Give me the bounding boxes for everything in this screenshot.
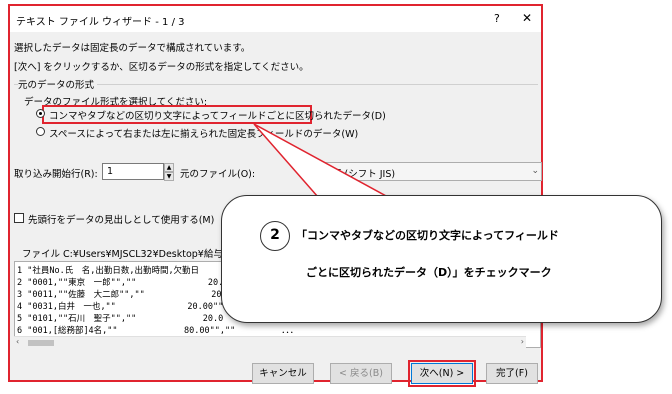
preview-line: 5 "0101,""石川 聖子"","" 20.0	[17, 314, 224, 324]
preview-line: 2 "0001,""東京 一郎"","" 20.0	[17, 278, 229, 288]
spin-up-icon[interactable]: ▲	[164, 163, 174, 172]
text-import-wizard-dialog: テキスト ファイル ウィザード - 1 / 3 ? ✕ 選択したデータは固定長の…	[8, 4, 543, 387]
help-button[interactable]: ?	[494, 12, 500, 25]
cancel-button[interactable]: キャンセル	[252, 363, 314, 384]
spin-down-icon[interactable]: ▼	[164, 172, 174, 181]
preview-line: 1 "社員No.氏 名,出勤日数,出勤時間,欠勤日	[17, 266, 200, 276]
info-text-2: [次へ] をクリックするか、区切るデータの形式を指定してください。	[14, 62, 309, 73]
scroll-thumb[interactable]	[28, 340, 54, 346]
callout-text-line-1: 「コンマやタブなどの区切り文字によってフィールド	[296, 229, 559, 242]
origin-select-value: 日本語 (シフト JIS)	[313, 169, 396, 180]
origin-select[interactable]: 日本語 (シフト JIS) ⌄	[306, 162, 542, 181]
start-row-label: 取り込み開始行(R):	[14, 169, 98, 180]
chevron-down-icon: ⌄	[531, 166, 539, 176]
preview-line: 4 "0031,白井 一也,"" 20.00""	[17, 302, 224, 312]
start-row-input[interactable]: 1	[102, 163, 164, 180]
back-button[interactable]: < 戻る(B)	[330, 363, 392, 384]
preview-line: 6 "001,[総務部]4名,"" 80.00"","" ．．．	[17, 326, 299, 336]
group-label: 元のデータの形式	[18, 77, 98, 91]
file-path-label: ファイル C:¥Users¥MJSCL32¥Desktop¥給与集計表	[22, 249, 252, 260]
callout-text-line-2: ごとに区切られたデータ（D）」をチェックマーク	[306, 266, 552, 279]
next-button-highlight	[408, 360, 476, 387]
title-bar: テキスト ファイル ウィザード - 1 / 3 ? ✕	[10, 6, 541, 32]
header-row-checkbox-label[interactable]: 先頭行をデータの見出しとして使用する(M)	[28, 212, 214, 226]
dialog-title: テキスト ファイル ウィザード - 1 / 3	[16, 17, 185, 28]
header-row-checkbox[interactable]	[14, 213, 24, 223]
delimited-radio[interactable]	[36, 109, 45, 118]
fixed-width-radio-label[interactable]: スペースによって右または左に揃えられた固定長フィールドのデータ(W)	[49, 126, 358, 140]
info-text-1: 選択したデータは固定長のデータで構成されています。	[14, 43, 251, 54]
close-button[interactable]: ✕	[522, 11, 532, 25]
scroll-left-icon[interactable]: ‹	[16, 337, 19, 346]
finish-button[interactable]: 完了(F)	[486, 363, 538, 384]
preview-line: 3 "0011,""佐藤 大二郎"","" 20	[17, 290, 222, 300]
horizontal-scrollbar[interactable]: ‹ ›	[14, 336, 526, 348]
origin-label: 元のファイル(O):	[180, 169, 256, 180]
fixed-width-radio[interactable]	[36, 127, 45, 136]
scroll-right-icon[interactable]: ›	[521, 337, 524, 346]
step-number-badge: 2	[260, 221, 290, 251]
instruction-callout: 2 「コンマやタブなどの区切り文字によってフィールド ごとに区切られたデータ（D…	[221, 195, 662, 323]
delimited-radio-label[interactable]: コンマやタブなどの区切り文字によってフィールドごとに区切られたデータ(D)	[49, 108, 386, 122]
